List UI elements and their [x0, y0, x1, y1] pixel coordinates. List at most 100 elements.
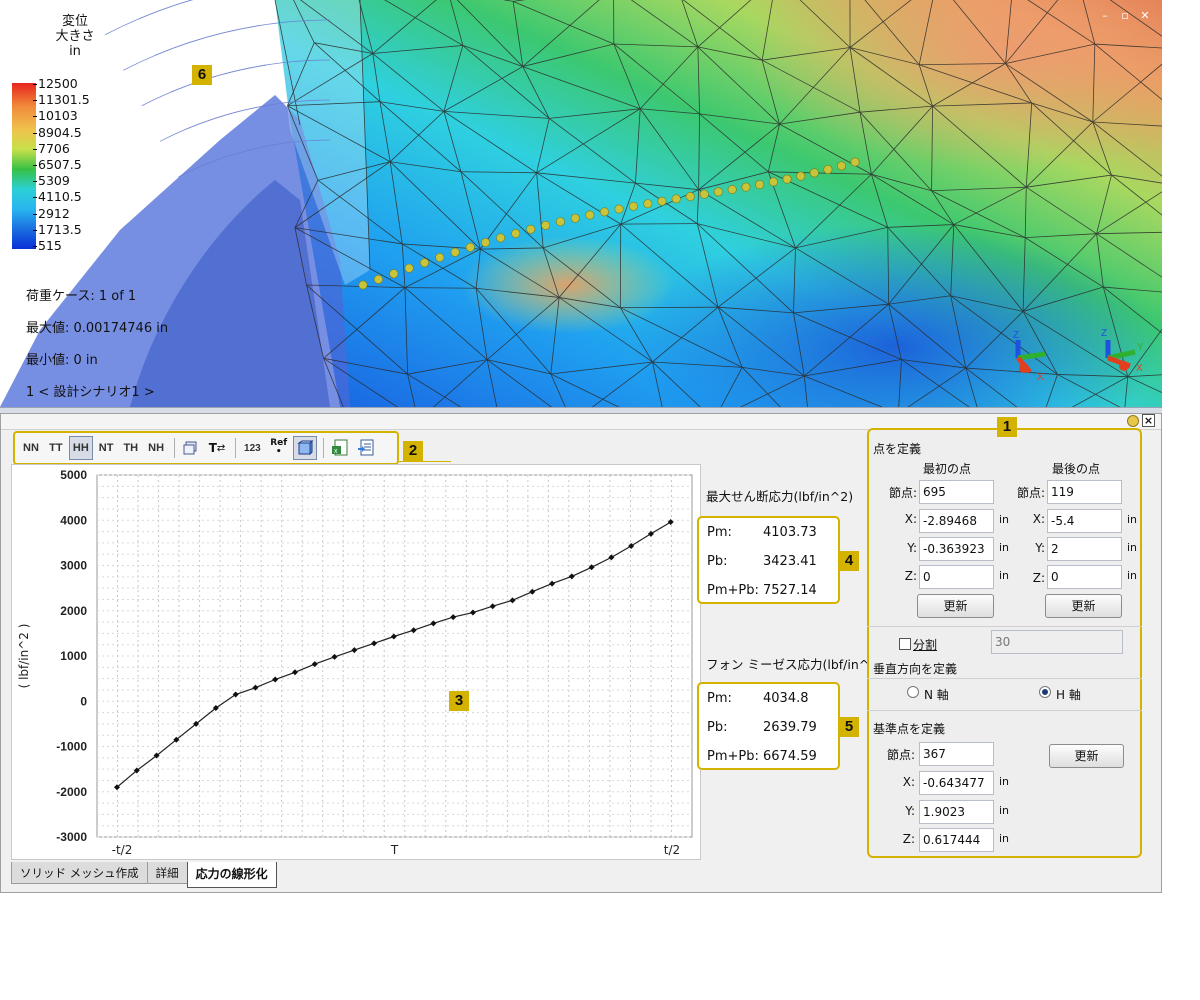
nn-button[interactable]: NN [19, 436, 43, 460]
path-dot [526, 224, 536, 234]
th-button[interactable]: TH [119, 436, 142, 460]
legend-unit: in [69, 44, 81, 59]
svg-text:Y: Y [1137, 342, 1144, 353]
copy-icon[interactable] [179, 436, 203, 460]
last-z-input[interactable]: 0 [1047, 565, 1122, 589]
path-dot [404, 263, 414, 273]
von-mises-pmpb-row: Pm+Pb: 6674.59 [707, 749, 817, 764]
first-z-input[interactable]: 0 [919, 565, 994, 589]
result-label: Pb: [707, 554, 728, 569]
tab-solid-mesh[interactable]: ソリッド メッシュ作成 [11, 862, 148, 884]
result-value: 4034.8 [763, 691, 809, 706]
restore-icon[interactable]: ▫ [1118, 10, 1132, 22]
ref-node-label: 節点: [886, 748, 915, 762]
h-axis-radio[interactable] [1039, 686, 1051, 698]
callout-marker-2: 2 [403, 441, 423, 461]
path-dot [358, 280, 368, 290]
close-icon[interactable]: ✕ [1138, 10, 1152, 22]
tt-button[interactable]: TT [45, 436, 67, 460]
tab-details[interactable]: 詳細 [146, 862, 188, 884]
y-axis-label: ( lbf/in^2 ) [17, 624, 31, 689]
shell-edge [159, 134, 174, 142]
ref-x-input[interactable]: -0.643477 [919, 771, 994, 795]
max-shear-title: 最大せん断応力(lbf/in^2) [706, 489, 854, 504]
shell-edge [139, 54, 157, 63]
first-node-input[interactable]: 695 [919, 480, 994, 504]
color-scale-tick: 4110.5 [33, 189, 90, 205]
count-icon[interactable]: 123 [240, 436, 265, 460]
ref-y-label: Y: [905, 804, 915, 818]
result-value: 6674.59 [763, 749, 817, 764]
y-tick-label: -3000 [56, 830, 87, 844]
ref-y-input[interactable]: 1.9023 [919, 800, 994, 824]
y-tick-label: 1000 [60, 649, 87, 663]
minimize-icon[interactable]: – [1098, 10, 1112, 22]
ref-node-input[interactable]: 367 [919, 742, 994, 766]
ref-x-label: X: [902, 775, 915, 789]
callout-marker-6: 6 [192, 65, 212, 85]
stress-chart[interactable]: 5000 4000 3000 2000 1000 0 -1000 -2000 -3000 ( lb… [11, 464, 701, 860]
last-node-input[interactable]: 119 [1047, 480, 1122, 504]
first-node-label: 節点: [888, 486, 917, 500]
export-report-icon[interactable] [354, 436, 378, 460]
path-dot [628, 201, 638, 211]
swap-icon[interactable]: T ⇄ [205, 436, 229, 460]
callout-marker-1: 1 [997, 417, 1017, 437]
model-viewport[interactable]: Z X Z Y X 変位 大きさ in 12500 11301.5 10103 … [0, 0, 1162, 407]
y-tick-label: 2000 [60, 604, 87, 618]
path-dot [480, 238, 490, 248]
path-dot [768, 177, 778, 187]
max-shear-results: Pm: 4103.73 Pb: 3423.41 Pm+Pb: 7527.14 [697, 516, 840, 604]
export-excel-icon[interactable]: x [328, 436, 352, 460]
update-last-point-button[interactable]: 更新 [1045, 594, 1122, 618]
n-axis-radio[interactable] [907, 686, 919, 698]
divide-label: 分割 [913, 638, 938, 652]
bottom-tabs: ソリッド メッシュ作成 詳細 応力の線形化 [11, 862, 277, 888]
unit-label: in [1127, 541, 1138, 554]
first-y-input[interactable]: -0.363923 [919, 537, 994, 561]
unit-label: in [999, 775, 1010, 788]
ref-z-input[interactable]: 0.617444 [919, 828, 994, 852]
nt-button[interactable]: NT [95, 436, 118, 460]
path-dot [585, 210, 595, 220]
path-dot [643, 199, 653, 209]
min-value-label: 最小値: 0 in [26, 353, 98, 368]
y-tick-label: -2000 [56, 785, 87, 799]
result-value: 4103.73 [763, 525, 817, 540]
divide-checkbox[interactable] [899, 638, 911, 650]
divide-count-input[interactable]: 30 [991, 630, 1123, 654]
reference-icon[interactable]: Ref • [267, 436, 291, 460]
callout-marker-4: 4 [839, 551, 859, 571]
hh-button[interactable]: HH [68, 436, 93, 460]
section-divider [867, 710, 1142, 711]
path-dot [389, 269, 399, 279]
update-first-point-button[interactable]: 更新 [917, 594, 994, 618]
cube-view-icon[interactable] [292, 436, 317, 460]
scenario-label: 1 < 設計シナリオ1 > [26, 385, 155, 400]
nh-button[interactable]: NH [144, 436, 168, 460]
path-dot [796, 171, 806, 181]
update-ref-point-button[interactable]: 更新 [1049, 744, 1124, 768]
mesh-render[interactable]: Z X Z Y X [0, 0, 1162, 407]
path-dot [755, 180, 765, 190]
path-dot [809, 168, 819, 178]
first-x-input[interactable]: -2.89468 [919, 509, 994, 533]
unit-label: in [999, 832, 1010, 845]
path-dot [685, 192, 695, 202]
last-y-input[interactable]: 2 [1047, 537, 1122, 561]
von-mises-pb-row: Pb: 2639.79 [707, 720, 817, 735]
define-points-heading: 点を定義 [873, 442, 922, 456]
color-scale-tick: 515 [33, 238, 90, 254]
last-x-input[interactable]: -5.4 [1047, 509, 1122, 533]
svg-text:X: X [1136, 363, 1143, 374]
close-icon[interactable]: × [1142, 414, 1155, 427]
legend-title-line: 変位 [61, 14, 88, 29]
legend-title: 変位 大きさ in [40, 14, 110, 59]
tab-stress-linearization[interactable]: 応力の線形化 [186, 862, 277, 888]
pin-icon[interactable] [1127, 415, 1139, 427]
path-dot [850, 157, 860, 167]
unit-label: in [1127, 513, 1138, 526]
path-dot [570, 213, 580, 223]
last-y-label: Y: [1035, 541, 1045, 555]
stress-chart-svg: 5000 4000 3000 2000 1000 0 -1000 -2000 -3000 ( lb… [17, 468, 693, 857]
